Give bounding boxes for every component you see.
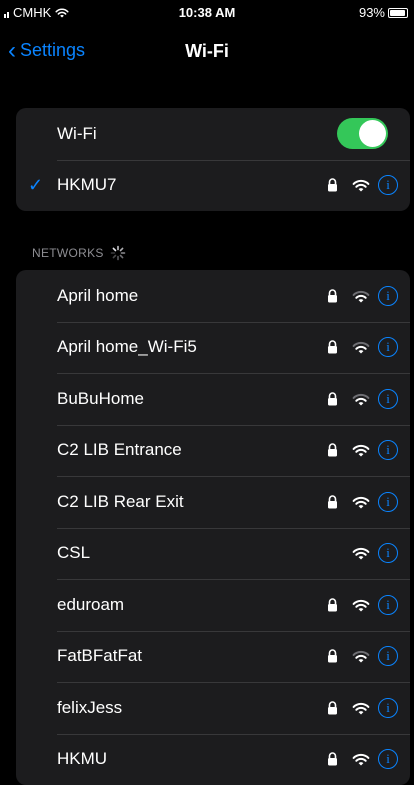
- wifi-signal-icon: [352, 290, 370, 303]
- wifi-signal-icon: [352, 548, 370, 560]
- network-icons: i: [327, 682, 398, 734]
- network-icons: i: [327, 373, 398, 425]
- network-icons: i: [327, 631, 398, 683]
- lock-icon: [328, 392, 337, 406]
- network-icons: i: [327, 579, 398, 631]
- battery-percent: 93%: [358, 5, 385, 20]
- network-row[interactable]: C2 LIB Entrance i: [16, 424, 410, 477]
- lock-icon: [328, 649, 337, 663]
- network-row[interactable]: April home i: [16, 270, 410, 322]
- wifi-signal-icon: [352, 180, 370, 192]
- status-time: 10:38 AM: [178, 5, 236, 20]
- page-title: Wi-Fi: [185, 41, 229, 61]
- wifi-signal-icon: [352, 496, 370, 509]
- lock-icon: [328, 443, 337, 457]
- network-row[interactable]: C2 LIB Rear Exit i: [16, 476, 410, 528]
- network-row[interactable]: eduroam i: [16, 579, 410, 631]
- network-icons: i: [327, 322, 398, 374]
- network-row[interactable]: FatBFatFat i: [16, 630, 410, 683]
- wifi-signal-icon: [352, 393, 370, 406]
- section-header-label: NETWORKS: [32, 246, 104, 260]
- toggle-knob: [359, 120, 386, 148]
- wifi-signal-icon: [352, 445, 370, 457]
- wifi-signal-icon: [352, 702, 370, 715]
- info-icon[interactable]: i: [378, 697, 398, 718]
- info-icon[interactable]: i: [378, 175, 398, 196]
- wifi-signal-icon: [352, 599, 370, 612]
- info-icon[interactable]: i: [378, 594, 398, 615]
- connected-network-row[interactable]: ✓ HKMU7 i: [16, 159, 410, 212]
- info-icon[interactable]: i: [378, 388, 398, 409]
- network-icons: i: [327, 425, 398, 477]
- network-icons: i: [327, 270, 398, 322]
- info-icon[interactable]: i: [378, 337, 398, 358]
- info-icon[interactable]: i: [378, 440, 398, 461]
- lock-icon: [328, 701, 337, 715]
- network-row[interactable]: felixJess i: [16, 682, 410, 734]
- networks-section-header: NETWORKS: [32, 245, 126, 261]
- checkmark-icon: ✓: [28, 174, 44, 195]
- network-row[interactable]: CSL i: [16, 527, 410, 580]
- network-row[interactable]: April home_Wi-Fi5 i: [16, 321, 410, 374]
- lock-icon: [328, 289, 337, 303]
- network-icons: i: [327, 734, 398, 785]
- wifi-toggle[interactable]: [337, 118, 388, 150]
- lock-icon: [328, 340, 337, 354]
- network-row[interactable]: HKMU i: [16, 733, 410, 785]
- wifi-signal-icon: [352, 754, 370, 766]
- info-icon[interactable]: i: [378, 646, 398, 667]
- lock-icon: [328, 178, 337, 192]
- networks-list: April home i April home_Wi-Fi5 i BuBuHom…: [16, 270, 410, 785]
- wifi-signal-icon: [352, 342, 370, 354]
- info-icon[interactable]: i: [378, 543, 398, 564]
- info-icon[interactable]: i: [378, 491, 398, 512]
- wifi-signal-icon: [352, 651, 370, 663]
- network-row[interactable]: BuBuHome i: [16, 373, 410, 425]
- status-right: 93%: [359, 5, 408, 20]
- lock-icon: [328, 598, 337, 612]
- connected-network-icons: i: [327, 160, 398, 212]
- lock-icon: [328, 752, 337, 766]
- info-icon[interactable]: i: [378, 749, 398, 770]
- wifi-group: Wi-Fi ✓ HKMU7 i: [16, 108, 410, 211]
- lock-icon: [328, 495, 337, 509]
- network-icons: i: [327, 528, 398, 580]
- wifi-toggle-row: Wi-Fi: [16, 108, 410, 160]
- network-icons: i: [327, 476, 398, 528]
- battery-icon: [388, 7, 408, 18]
- info-icon[interactable]: i: [378, 285, 398, 306]
- status-bar: CMHK 10:38 AM 93%: [0, 0, 414, 22]
- loading-spinner-icon: [110, 245, 126, 261]
- navigation-bar: ‹ Settings Wi-Fi: [0, 30, 414, 70]
